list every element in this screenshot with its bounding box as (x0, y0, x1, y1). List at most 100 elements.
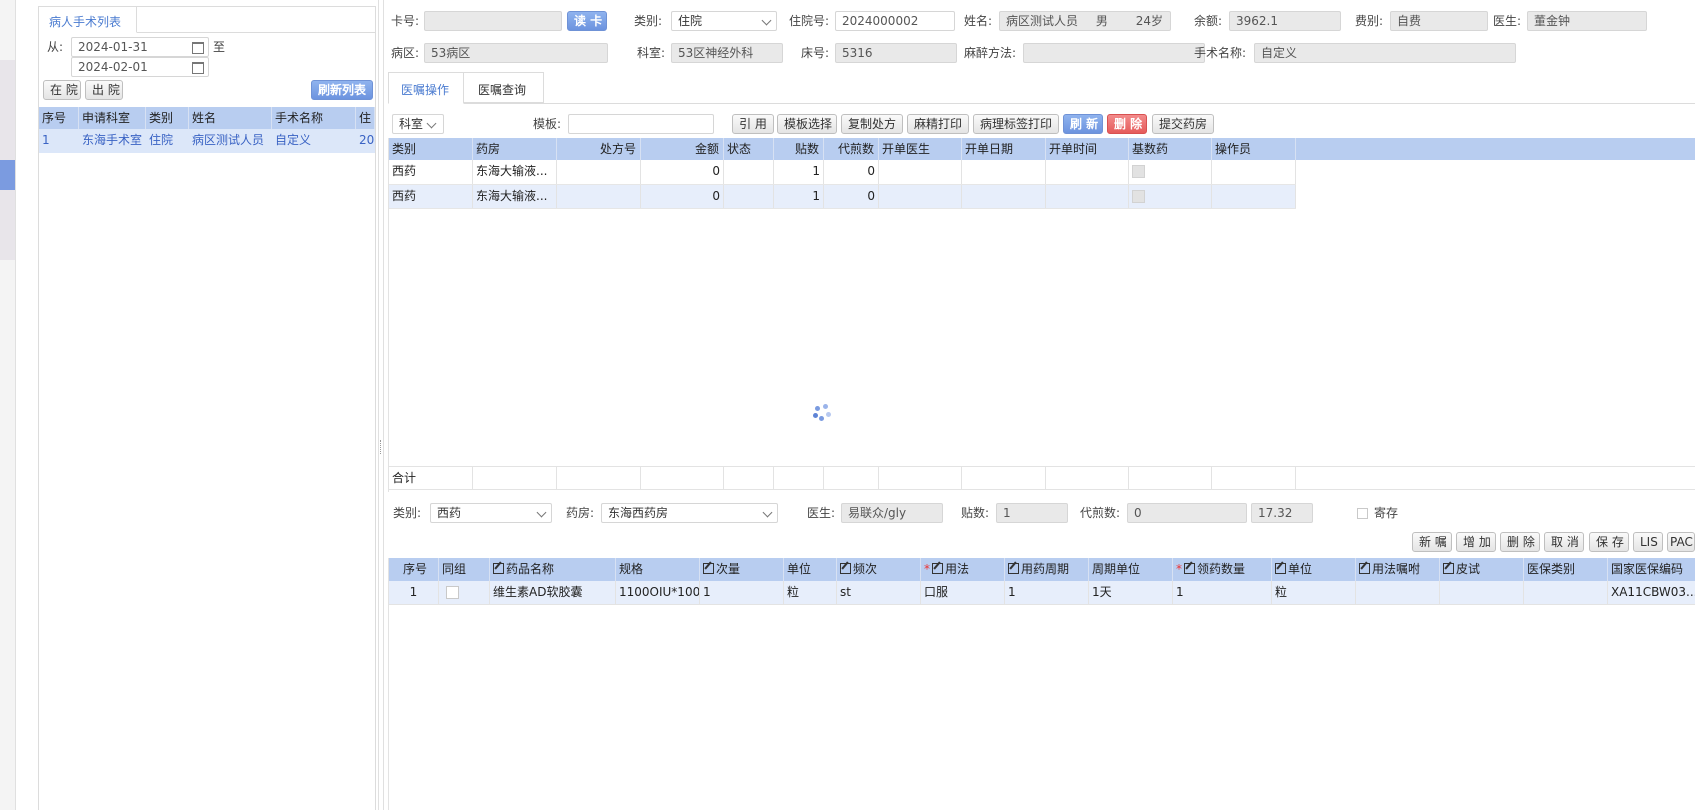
col-header[interactable]: 序号 (389, 558, 439, 581)
base-drug-checkbox[interactable] (1132, 165, 1145, 178)
in-hospital-button[interactable]: 在 院 (43, 80, 81, 100)
table-row[interactable]: 西药 东海大输液... 0 1 0 (389, 185, 1296, 209)
col-header[interactable]: 开单医生 (879, 138, 962, 160)
cell (1046, 160, 1129, 184)
col-header[interactable]: 处方号 (557, 138, 641, 160)
cell: 0 (824, 160, 879, 184)
col-header[interactable]: 代煎数 (824, 138, 879, 160)
col-header[interactable]: 申请科室 (79, 107, 146, 129)
spinner-dot (819, 416, 824, 421)
date-to-input[interactable]: 2024-02-01 (71, 57, 209, 77)
template-select-button[interactable]: 模板选择 (777, 114, 837, 134)
left-tab[interactable]: 病人手术列表 (39, 7, 137, 33)
col-header[interactable]: 贴数 (774, 138, 824, 160)
pacs-button[interactable]: PAC (1667, 532, 1695, 552)
pathology-label-print-button[interactable]: 病理标签打印 (973, 114, 1059, 134)
col-header[interactable]: 序号 (39, 107, 79, 129)
cell: 口服 (921, 581, 1005, 604)
col-header-editable[interactable]: 用法嘱咐 (1356, 558, 1440, 581)
cancel-button[interactable]: 取 消 (1544, 532, 1584, 552)
cite-button[interactable]: 引 用 (732, 114, 774, 134)
date-from-input[interactable]: 2024-01-31 (71, 37, 209, 57)
cell (1212, 185, 1296, 208)
narcotic-print-button[interactable]: 麻精打印 (907, 114, 969, 134)
deposit-checkbox[interactable] (1357, 508, 1368, 519)
delete-button[interactable]: 删 除 (1107, 114, 1147, 134)
ward-field: 53病区 (424, 43, 608, 63)
type-select[interactable]: 住院 (671, 11, 777, 31)
col-header-editable[interactable]: 用药周期 (1005, 558, 1089, 581)
save-button[interactable]: 保 存 (1589, 532, 1629, 552)
col-header[interactable]: 操作员 (1212, 138, 1296, 160)
copy-prescription-button[interactable]: 复制处方 (841, 114, 903, 134)
pharmacy-select[interactable]: 东海西药房 (601, 503, 778, 523)
base-drug-checkbox[interactable] (1132, 190, 1145, 203)
table-row[interactable]: 1 维生素AD软胶囊 1100OIU*100... 1 粒 st 口服 1 1天… (389, 581, 1695, 605)
table-row[interactable]: 西药 东海大输液... 0 1 0 (389, 160, 1296, 185)
col-header[interactable]: 国家医保编码 (1608, 558, 1695, 581)
col-header[interactable]: 基数药 (1129, 138, 1212, 160)
col-header-editable[interactable]: * 用法 (921, 558, 1005, 581)
inpatient-no-input[interactable]: 2024000002 (835, 11, 955, 31)
col-header[interactable]: 状态 (724, 138, 774, 160)
discharged-button[interactable]: 出 院 (85, 80, 123, 100)
col-header[interactable]: 同组 (439, 558, 490, 581)
col-header[interactable]: 手术名称 (272, 107, 356, 129)
template-input[interactable] (568, 114, 714, 134)
col-header-editable[interactable]: 次量 (700, 558, 784, 581)
detail-type-select[interactable]: 西药 (430, 503, 552, 523)
col-header-text: 药品名称 (506, 562, 555, 576)
gutter-active-marker[interactable] (0, 158, 15, 190)
refresh-list-button[interactable]: 刷新列表 (311, 80, 373, 100)
group-checkbox[interactable] (446, 586, 459, 599)
col-header-editable[interactable]: 单位 (1272, 558, 1356, 581)
col-header[interactable]: 开单日期 (962, 138, 1046, 160)
edit-icon (1184, 563, 1195, 574)
card-input[interactable] (424, 11, 562, 31)
calendar-icon[interactable] (192, 62, 204, 74)
required-asterisk: * (1176, 562, 1182, 576)
col-header[interactable]: 规格 (616, 558, 700, 581)
col-header-text: 用法嘱咐 (1372, 562, 1421, 576)
remove-button[interactable]: 删 除 (1500, 532, 1540, 552)
table-row[interactable]: 1 东海手术室 住院 病区测试人员 自定义 20 (39, 129, 375, 153)
col-header[interactable]: 住 (356, 107, 375, 129)
col-header[interactable]: 药房 (473, 138, 557, 160)
dept-filter-select[interactable]: 科室 (392, 114, 444, 134)
col-header[interactable]: 周期单位 (1089, 558, 1173, 581)
col-header[interactable]: 金额 (641, 138, 724, 160)
col-header[interactable]: 姓名 (189, 107, 272, 129)
refresh-button[interactable]: 刷 新 (1063, 114, 1103, 134)
col-header[interactable]: 开单时间 (1046, 138, 1129, 160)
cell: 1 (700, 581, 784, 604)
col-header[interactable]: 医保类别 (1524, 558, 1608, 581)
splitter[interactable] (378, 0, 384, 810)
lis-button[interactable]: LIS (1633, 532, 1663, 552)
calendar-icon[interactable] (192, 42, 204, 54)
cell: 1天 (1089, 581, 1173, 604)
cell: 1 (42, 133, 50, 147)
pharmacy-value: 东海西药房 (608, 506, 669, 520)
drug-table-header: 序号 同组 药品名称 规格 次量 单位 频次 * 用法 用药周期 周期单位 * 领药… (389, 558, 1695, 581)
bed-field: 5316 (835, 43, 957, 63)
add-button[interactable]: 增 加 (1456, 532, 1496, 552)
col-header-editable[interactable]: 皮试 (1440, 558, 1524, 581)
col-header-editable[interactable]: 药品名称 (490, 558, 616, 581)
surgery-list-header: 序号 申请科室 类别 姓名 手术名称 住 (39, 107, 375, 129)
cell: 住院 (149, 133, 174, 147)
cell (774, 467, 824, 489)
tab-order-query[interactable]: 医嘱查询 (464, 72, 544, 103)
col-header[interactable]: 类别 (146, 107, 189, 129)
detail-doctor-field[interactable]: 易联众/gly (841, 503, 943, 523)
col-header[interactable]: 类别 (389, 138, 473, 160)
submit-pharmacy-button[interactable]: 提交药房 (1152, 114, 1214, 134)
col-header[interactable]: 单位 (784, 558, 837, 581)
base-drug-checkbox-cell (1129, 160, 1212, 184)
read-card-button[interactable]: 读 卡 (567, 11, 607, 31)
cell (962, 185, 1046, 208)
inpatient-no-label: 住院号: (789, 14, 830, 28)
col-header-editable[interactable]: * 领药数量 (1173, 558, 1272, 581)
new-order-button[interactable]: 新 嘱 (1412, 532, 1452, 552)
col-header-editable[interactable]: 频次 (837, 558, 921, 581)
tab-order-operation[interactable]: 医嘱操作 (388, 72, 464, 104)
